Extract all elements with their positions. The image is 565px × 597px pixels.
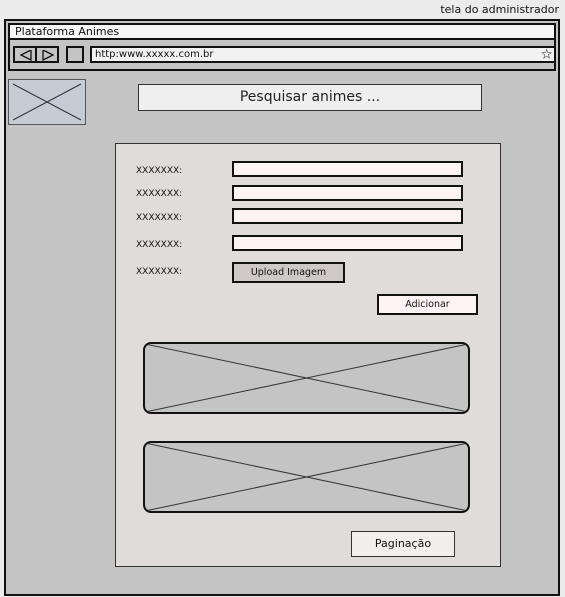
field-label-4: XXXXXXX: [136,240,183,250]
navigation-bar: http:www.xxxxx.com.br ★ [8,40,556,71]
placeholder-cross-icon [145,443,468,511]
field-label-1: XXXXXXX: [136,166,183,176]
admin-panel: XXXXXXX: XXXXXXX: XXXXXXX: XXXXXXX: XXXX… [115,143,501,567]
page-caption: tela do administrador [440,3,559,16]
address-text: http:www.xxxxx.com.br [95,49,214,60]
field-label-3: XXXXXXX: [136,213,183,223]
anime-card-placeholder-1 [143,342,470,414]
placeholder-cross-icon [12,83,82,121]
field-label-2: XXXXXXX: [136,189,183,199]
browser-window: Plataforma Animes http:www.xxxxx.com.br … [4,19,560,596]
address-bar[interactable]: http:www.xxxxx.com.br ★ [90,46,556,63]
triangle-left-icon [20,50,32,61]
forward-button[interactable] [35,46,59,63]
back-button[interactable] [13,46,37,63]
triangle-right-icon [42,50,54,61]
text-input-4[interactable] [232,235,463,251]
stop-button[interactable] [66,46,84,63]
placeholder-cross-icon [145,344,468,412]
logo-image-placeholder [8,79,86,125]
text-input-1[interactable] [232,161,463,177]
upload-image-button[interactable]: Upload Imagem [232,262,345,283]
pagination-button[interactable]: Paginação [351,531,455,557]
anime-card-placeholder-2 [143,441,470,513]
search-bar[interactable]: Pesquisar animes ... [138,84,482,111]
text-input-2[interactable] [232,185,463,201]
text-input-3[interactable] [232,208,463,224]
bookmark-star-icon[interactable]: ★ [541,47,552,61]
window-title: Plataforma Animes [8,23,556,40]
upload-field-label: XXXXXXX: [136,267,183,277]
add-button[interactable]: Adicionar [377,294,478,315]
